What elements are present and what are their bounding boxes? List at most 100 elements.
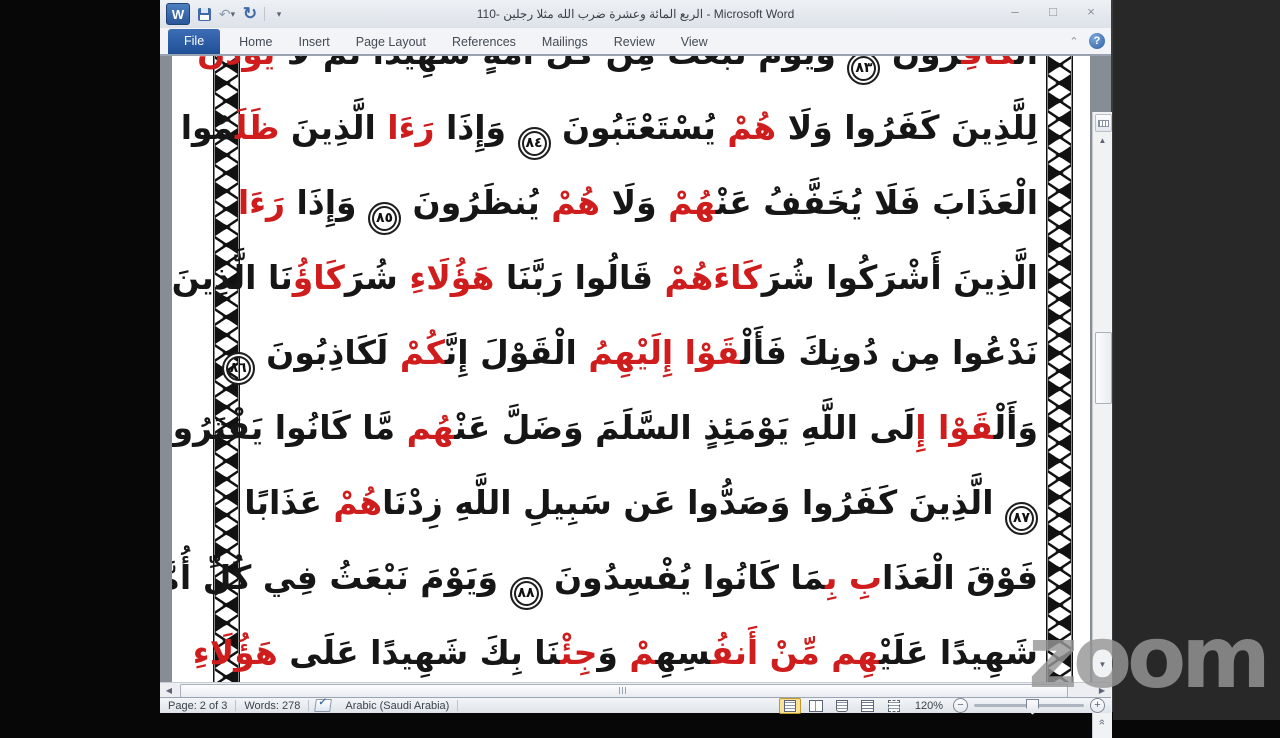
text-segment: هِم: [831, 633, 879, 672]
text-segment: عَذَابًا: [244, 483, 333, 522]
horizontal-scroll-thumb[interactable]: [180, 684, 1068, 698]
ribbon-tab-view[interactable]: View: [668, 31, 721, 54]
text-segment: شُرَ: [345, 258, 409, 297]
ribbon-tab-references[interactable]: References: [439, 31, 529, 54]
undo-icon[interactable]: ↶▾: [218, 5, 236, 23]
aya-marker: ٨٧: [1005, 502, 1038, 535]
text-segment: وَأَلْ: [994, 408, 1038, 447]
text-segment: يُسْتَعْتَبُونَ: [551, 108, 728, 147]
text-segment: لَكَاذِبُونَ: [255, 333, 400, 372]
vertical-scrollbar[interactable]: ▲ ▼ » ● »: [1092, 112, 1112, 738]
next-page-icon[interactable]: »: [1093, 714, 1112, 732]
minimize-ribbon-icon[interactable]: ⌃: [1067, 34, 1081, 48]
text-segment: مُوا: [181, 108, 235, 147]
quran-line: الْعَذَابَ فَلَا يُخَفَّفُ عَنْ هُمْ وَلَ…: [250, 165, 1038, 240]
scroll-down-icon[interactable]: ▼: [1093, 656, 1112, 672]
zoom-level[interactable]: 120%: [909, 700, 949, 712]
quran-text-block: الْكَافِرُونَ ٨٣ وَيَوْمَ نَبْعَثُ مِن ك…: [250, 56, 1038, 682]
text-segment: هُم: [407, 408, 455, 447]
minimize-button[interactable]: –: [1001, 2, 1029, 21]
aya-marker: ٨٦: [222, 352, 255, 385]
maximize-button[interactable]: □: [1039, 2, 1067, 21]
scroll-up-icon[interactable]: ▲: [1093, 132, 1112, 148]
text-segment: مْ: [629, 633, 655, 672]
ribbon-tab-review[interactable]: Review: [601, 31, 668, 54]
text-segment: وَلَا: [600, 183, 668, 222]
ribbon-right-controls: ⌃ ?: [1067, 33, 1105, 49]
quran-line: فَوْقَ الْعَذَابِ بِمَا كَانُوا يُفْسِدُ…: [250, 540, 1038, 615]
language-indicator[interactable]: Arabic (Saudi Arabia): [337, 700, 457, 712]
text-segment: نَا الَّذِينَ كُنَّا: [172, 258, 293, 297]
text-segment: وَيَوْمَ نَبْعَثُ مِن كُلِّ أُمَّةٍ شَهِ…: [275, 56, 847, 72]
view-full-screen-reading-icon[interactable]: [805, 698, 827, 714]
word-logo-icon[interactable]: W: [166, 3, 190, 25]
zoom-thumb[interactable]: [1026, 699, 1039, 715]
text-segment: هُمْ: [551, 183, 600, 222]
text-segment: ظَلَ: [235, 108, 280, 147]
text-segment: سِهِ: [655, 633, 710, 672]
text-segment: نَدْعُوا مِن دُونِكَ فَأَلْ: [740, 333, 1038, 372]
aya-marker: ٨٨: [510, 577, 543, 610]
document-page[interactable]: الْكَافِرُونَ ٨٣ وَيَوْمَ نَبْعَثُ مِن ك…: [172, 56, 1090, 682]
floppy-icon: [198, 8, 211, 21]
ribbon-tab-home[interactable]: Home: [226, 31, 285, 54]
scroll-right-icon[interactable]: ▶: [1094, 683, 1110, 698]
ribbon-tab-page-layout[interactable]: Page Layout: [343, 31, 439, 54]
text-segment: شَهِيدًا عَلَيْ: [879, 633, 1038, 672]
page-indicator[interactable]: Page: 2 of 3: [160, 700, 235, 712]
text-segment: وَيَوْمَ نَبْعَثُ فِي كُلِّ أُمَّةٍ: [172, 558, 510, 597]
word-window: الربع المائة وعشرة ضرب الله مثلا رجلين -…: [160, 0, 1113, 712]
window-title: الربع المائة وعشرة ضرب الله مثلا رجلين -…: [160, 0, 1111, 28]
view-web-layout-icon[interactable]: [831, 698, 853, 714]
zoom-slider: − +: [953, 698, 1105, 713]
save-icon[interactable]: [195, 5, 213, 23]
view-draft-icon[interactable]: [883, 698, 905, 714]
help-icon[interactable]: ?: [1089, 33, 1105, 49]
text-segment: يُنظَرُونَ: [401, 183, 551, 222]
horizontal-scrollbar[interactable]: ◀ ▶: [160, 682, 1111, 698]
proofing-status-icon[interactable]: [314, 699, 332, 712]
text-segment: قَوْا إِلَيْهِمُ: [588, 333, 740, 372]
scroll-left-icon[interactable]: ◀: [161, 683, 177, 698]
ribbon-tab-row: File HomeInsertPage LayoutReferencesMaili…: [160, 28, 1111, 56]
ribbon-tab-file[interactable]: File: [168, 29, 220, 54]
text-segment: نَا بِكَ شَهِيدًا عَلَى: [278, 633, 560, 672]
zoom-in-icon[interactable]: +: [1090, 698, 1105, 713]
text-segment: هُمْ: [727, 108, 776, 147]
text-segment: لَى اللَّهِ يَوْمَئِذٍ السَّلَمَ وَضَلَّ…: [454, 408, 915, 447]
text-segment: مَّا كَانُوا يَفْتَرُونَ: [172, 408, 407, 447]
document-area: الْكَافِرُونَ ٨٣ وَيَوْمَ نَبْعَثُ مِن ك…: [160, 56, 1111, 682]
text-segment: كَاؤُ: [293, 258, 345, 297]
thumb-grip: [619, 687, 628, 694]
quran-line: وَأَلْقَوْا إِلَى اللَّهِ يَوْمَئِذٍ الس…: [250, 390, 1038, 465]
customize-qat-icon[interactable]: ▾: [270, 5, 288, 23]
text-segment: رَءَا: [387, 108, 434, 147]
view-outline-icon[interactable]: [857, 698, 879, 714]
quran-line: الْكَافِرُونَ ٨٣ وَيَوْمَ نَبْعَثُ مِن ك…: [250, 56, 1038, 90]
text-segment: رَءَا: [238, 183, 285, 222]
zoom-out-icon[interactable]: −: [953, 698, 968, 713]
text-segment: قَالُوا رَبَّنَا: [494, 258, 664, 297]
aya-marker: ٨٥: [368, 202, 401, 235]
ruler-toggle-icon[interactable]: [1095, 114, 1112, 132]
window-controls: – □ ×: [1001, 2, 1105, 21]
view-print-layout-icon[interactable]: [779, 698, 801, 714]
redo-icon[interactable]: ↻: [241, 5, 259, 23]
ribbon-tab-insert[interactable]: Insert: [286, 31, 343, 54]
text-segment: هُمْ: [333, 483, 382, 522]
word-count[interactable]: Words: 278: [236, 700, 308, 712]
text-segment: الْعَذَابَ فَلَا يُخَفَّفُ عَنْ: [716, 183, 1038, 222]
zoom-track[interactable]: [974, 704, 1084, 707]
video-frame: الربع المائة وعشرة ضرب الله مثلا رجلين -…: [0, 0, 1280, 720]
text-segment: كَاءَهُمْ: [664, 258, 761, 297]
text-segment: فَوْقَ الْعَذَا: [882, 558, 1038, 597]
close-button[interactable]: ×: [1077, 2, 1105, 21]
vertical-scroll-thumb[interactable]: [1095, 332, 1112, 404]
status-right-group: 120% − +: [779, 698, 1111, 714]
quran-lines: الْكَافِرُونَ ٨٣ وَيَوْمَ نَبْعَثُ مِن ك…: [250, 56, 1038, 682]
text-segment: بِ بِ: [825, 558, 882, 597]
quran-line: ٨٧ الَّذِينَ كَفَرُوا وَصَدُّوا عَن سَبِ…: [250, 465, 1038, 540]
ribbon-tab-mailings[interactable]: Mailings: [529, 31, 601, 54]
qat-separator: [264, 7, 265, 21]
letterbox-right: [1113, 0, 1280, 720]
